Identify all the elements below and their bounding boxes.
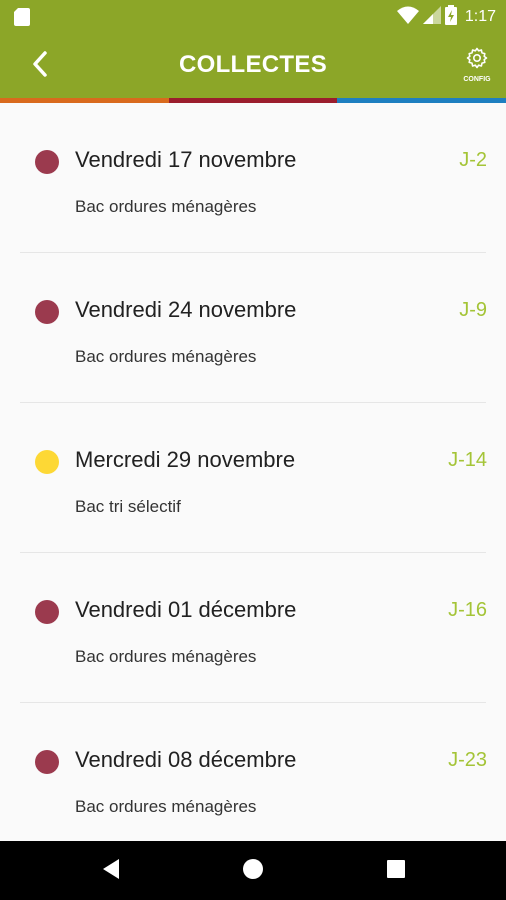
bin-color-dot [35, 300, 59, 324]
collection-countdown: J-16 [448, 599, 487, 621]
status-icons: 1:17 [396, 4, 496, 30]
bin-color-dot [35, 750, 59, 774]
collection-item[interactable]: Vendredi 08 décembre J-23 Bac ordures mé… [0, 703, 506, 841]
collection-date: Mercredi 29 novembre [75, 447, 296, 472]
signal-icon [422, 5, 441, 29]
recents-square-icon [387, 859, 405, 883]
collection-countdown: J-9 [459, 299, 487, 321]
collection-date: Vendredi 24 novembre [75, 297, 297, 322]
collection-countdown: J-2 [459, 149, 487, 171]
collection-item[interactable]: Vendredi 24 novembre J-9 Bac ordures mén… [0, 253, 506, 403]
wifi-icon [396, 6, 419, 29]
app-bar: COLLECTES CONFIG [0, 34, 506, 98]
bin-color-dot [35, 450, 59, 474]
status-bar: 1:17 [0, 0, 506, 34]
sd-card-icon [14, 8, 30, 26]
nav-home-button[interactable] [237, 855, 269, 887]
collection-bin-type: Bac ordures ménagères [75, 197, 257, 216]
collection-date: Vendredi 17 novembre [75, 147, 297, 172]
home-circle-icon [242, 858, 264, 885]
collection-bin-type: Bac ordures ménagères [75, 347, 257, 366]
app-screen: 1:17 COLLECTES CONFIG Vendredi 17 novemb… [0, 0, 506, 900]
config-label: CONFIG [463, 76, 491, 83]
collection-countdown: J-14 [448, 449, 487, 471]
status-time: 1:17 [464, 8, 496, 25]
collection-countdown: J-23 [448, 749, 487, 771]
collection-item[interactable]: Vendredi 17 novembre J-2 Bac ordures mén… [0, 103, 506, 253]
collection-bin-type: Bac ordures ménagères [75, 647, 257, 666]
collection-item[interactable]: Mercredi 29 novembre J-14 Bac tri sélect… [0, 403, 506, 553]
back-triangle-icon [101, 858, 121, 885]
collection-date: Vendredi 01 décembre [75, 597, 297, 622]
navigation-bar [0, 841, 506, 900]
collection-bin-type: Bac tri sélectif [75, 497, 181, 516]
collection-list: Vendredi 17 novembre J-2 Bac ordures mén… [0, 103, 506, 841]
bin-color-dot [35, 600, 59, 624]
nav-back-button[interactable] [95, 855, 127, 887]
collection-item[interactable]: Vendredi 01 décembre J-16 Bac ordures mé… [0, 553, 506, 703]
gear-icon [465, 46, 489, 75]
battery-icon [444, 4, 457, 30]
bin-color-dot [35, 150, 59, 174]
config-button[interactable]: CONFIG [458, 46, 496, 88]
page-title: COLLECTES [178, 51, 328, 78]
collection-date: Vendredi 08 décembre [75, 747, 297, 772]
collection-bin-type: Bac ordures ménagères [75, 797, 257, 816]
nav-recents-button[interactable] [380, 855, 412, 887]
